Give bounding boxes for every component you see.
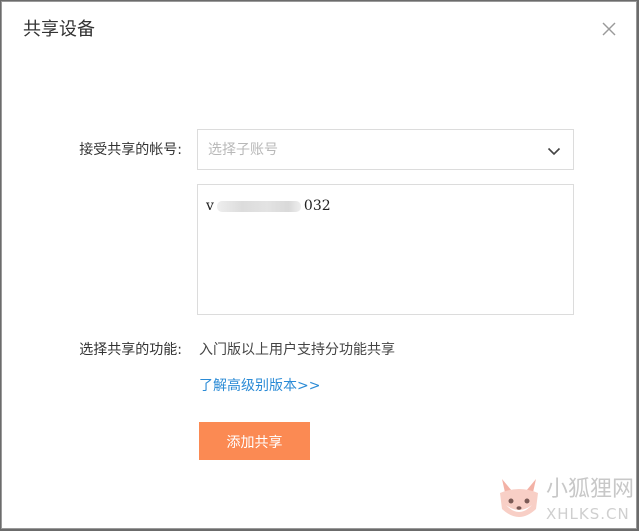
learn-advanced-link[interactable]: 了解高级别版本>> — [199, 376, 320, 396]
watermark-text-en: XHLKS.CN — [546, 505, 630, 523]
close-icon[interactable] — [600, 20, 618, 38]
account-label: 接受共享的帐号: — [79, 142, 182, 158]
watermark-text-cn: 小狐狸网 — [546, 477, 635, 502]
watermark: 小狐狸网 XHLKS.CN — [494, 475, 634, 527]
textarea-value: v 032 — [206, 197, 331, 215]
textarea-suffix: 032 — [303, 198, 331, 214]
textarea-prefix: v — [206, 198, 214, 214]
sub-account-select[interactable]: 选择子账号 — [197, 129, 574, 170]
add-share-button[interactable]: 添加共享 — [199, 422, 310, 460]
feature-label: 选择共享的功能: — [79, 342, 182, 358]
dialog-title: 共享设备 — [23, 19, 95, 40]
fox-logo-icon — [500, 479, 538, 517]
account-textarea[interactable]: v 032 — [197, 184, 574, 315]
share-device-dialog: 共享设备 接受共享的帐号: 选择子账号 v 032 选择共享的功能: 入门版以上用… — [1, 1, 637, 529]
blurred-redaction — [216, 200, 301, 212]
select-placeholder: 选择子账号 — [208, 142, 278, 158]
feature-description: 入门版以上用户支持分功能共享 — [199, 342, 395, 358]
chevron-down-icon — [547, 143, 561, 157]
